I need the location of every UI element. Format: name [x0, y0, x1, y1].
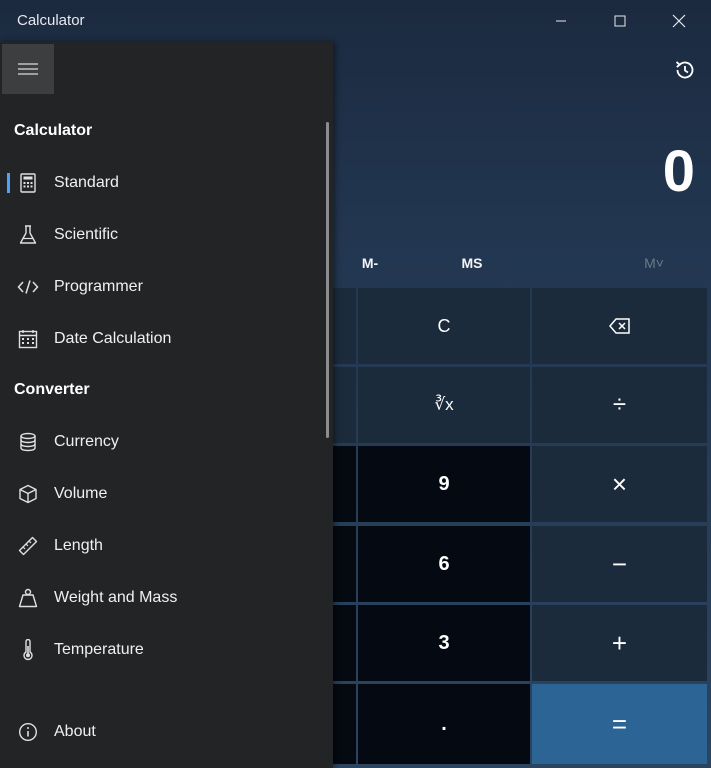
selection-indicator	[7, 173, 10, 193]
calendar-icon	[0, 316, 54, 362]
ruler-icon	[0, 523, 54, 569]
nav-item-label: Currency	[54, 433, 119, 450]
key-clear[interactable]: C	[358, 288, 530, 364]
code-icon	[0, 264, 54, 310]
nav-item-about[interactable]: About	[0, 709, 324, 755]
nav-header-calculator: Calculator	[14, 122, 93, 139]
nav-item-currency[interactable]: Currency	[0, 419, 324, 465]
key-decimal[interactable]: .	[358, 684, 530, 764]
memory-store-button[interactable]: MS	[432, 248, 512, 278]
key-hidden-r2[interactable]	[333, 367, 356, 443]
key-9[interactable]: 9	[358, 446, 530, 522]
nav-item-label: Standard	[54, 174, 119, 191]
key-hidden-r1[interactable]	[333, 288, 356, 364]
key-subtract[interactable]: −	[532, 526, 707, 602]
history-icon	[675, 61, 694, 79]
close-icon	[672, 14, 686, 28]
history-button[interactable]	[666, 52, 704, 88]
hamburger-icon	[18, 63, 38, 75]
key-hidden-r6[interactable]	[333, 684, 356, 764]
nav-item-label: About	[54, 723, 96, 740]
flask-icon	[0, 212, 54, 258]
hamburger-button[interactable]	[2, 44, 54, 94]
nav-scrollbar[interactable]	[326, 122, 329, 438]
nav-item-label: Weight and Mass	[54, 589, 178, 606]
thermometer-icon	[0, 627, 54, 673]
nav-item-label: Length	[54, 537, 103, 554]
coins-icon	[0, 419, 54, 465]
nav-item-label: Volume	[54, 485, 108, 502]
key-hidden-r5[interactable]	[333, 605, 356, 681]
nav-item-length[interactable]: Length	[0, 523, 324, 569]
nav-item-date-calculation[interactable]: Date Calculation	[0, 316, 324, 362]
window-title: Calculator	[17, 12, 85, 29]
key-3[interactable]: 3	[358, 605, 530, 681]
maximize-button[interactable]	[591, 0, 649, 42]
nav-item-label: Temperature	[54, 641, 144, 658]
nav-item-programmer[interactable]: Programmer	[0, 264, 324, 310]
minimize-button[interactable]	[532, 0, 590, 42]
nav-item-scientific[interactable]: Scientific	[0, 212, 324, 258]
backspace-icon	[608, 318, 630, 334]
key-6[interactable]: 6	[358, 526, 530, 602]
cube-icon	[0, 471, 54, 517]
key-cube-root[interactable]: ∛x	[358, 367, 530, 443]
memory-subtract-button[interactable]: M-	[330, 248, 410, 278]
nav-item-temperature[interactable]: Temperature	[0, 627, 324, 673]
key-equals[interactable]: =	[532, 684, 707, 764]
nav-item-label: Date Calculation	[54, 330, 172, 347]
info-icon	[0, 709, 54, 755]
nav-header-converter: Converter	[14, 381, 90, 398]
key-backspace[interactable]	[532, 288, 707, 364]
calculator-window: Calculator 0 M- MS M˅ C ∛x ÷ 9 × 6 − 3 +…	[0, 0, 711, 768]
key-divide[interactable]: ÷	[532, 367, 707, 443]
nav-item-standard[interactable]: Standard	[0, 160, 324, 206]
memory-list-button[interactable]: M˅	[614, 248, 694, 278]
nav-item-weight-and-mass[interactable]: Weight and Mass	[0, 575, 324, 621]
key-hidden-r3[interactable]	[333, 446, 356, 522]
maximize-icon	[614, 15, 626, 27]
key-hidden-r4[interactable]	[333, 526, 356, 602]
key-add[interactable]: +	[532, 605, 707, 681]
nav-item-volume[interactable]: Volume	[0, 471, 324, 517]
weight-icon	[0, 575, 54, 621]
nav-item-label: Scientific	[54, 226, 119, 243]
close-button[interactable]	[650, 0, 708, 42]
title-bar: Calculator	[0, 0, 711, 42]
display-value: 0	[662, 139, 695, 204]
navigation-pane: Calculator Standard Scientific Programme…	[0, 42, 333, 768]
keypad: C ∛x ÷ 9 × 6 − 3 + . =	[333, 288, 707, 764]
key-multiply[interactable]: ×	[532, 446, 707, 522]
nav-item-label: Programmer	[54, 278, 143, 295]
minimize-icon	[556, 20, 566, 22]
